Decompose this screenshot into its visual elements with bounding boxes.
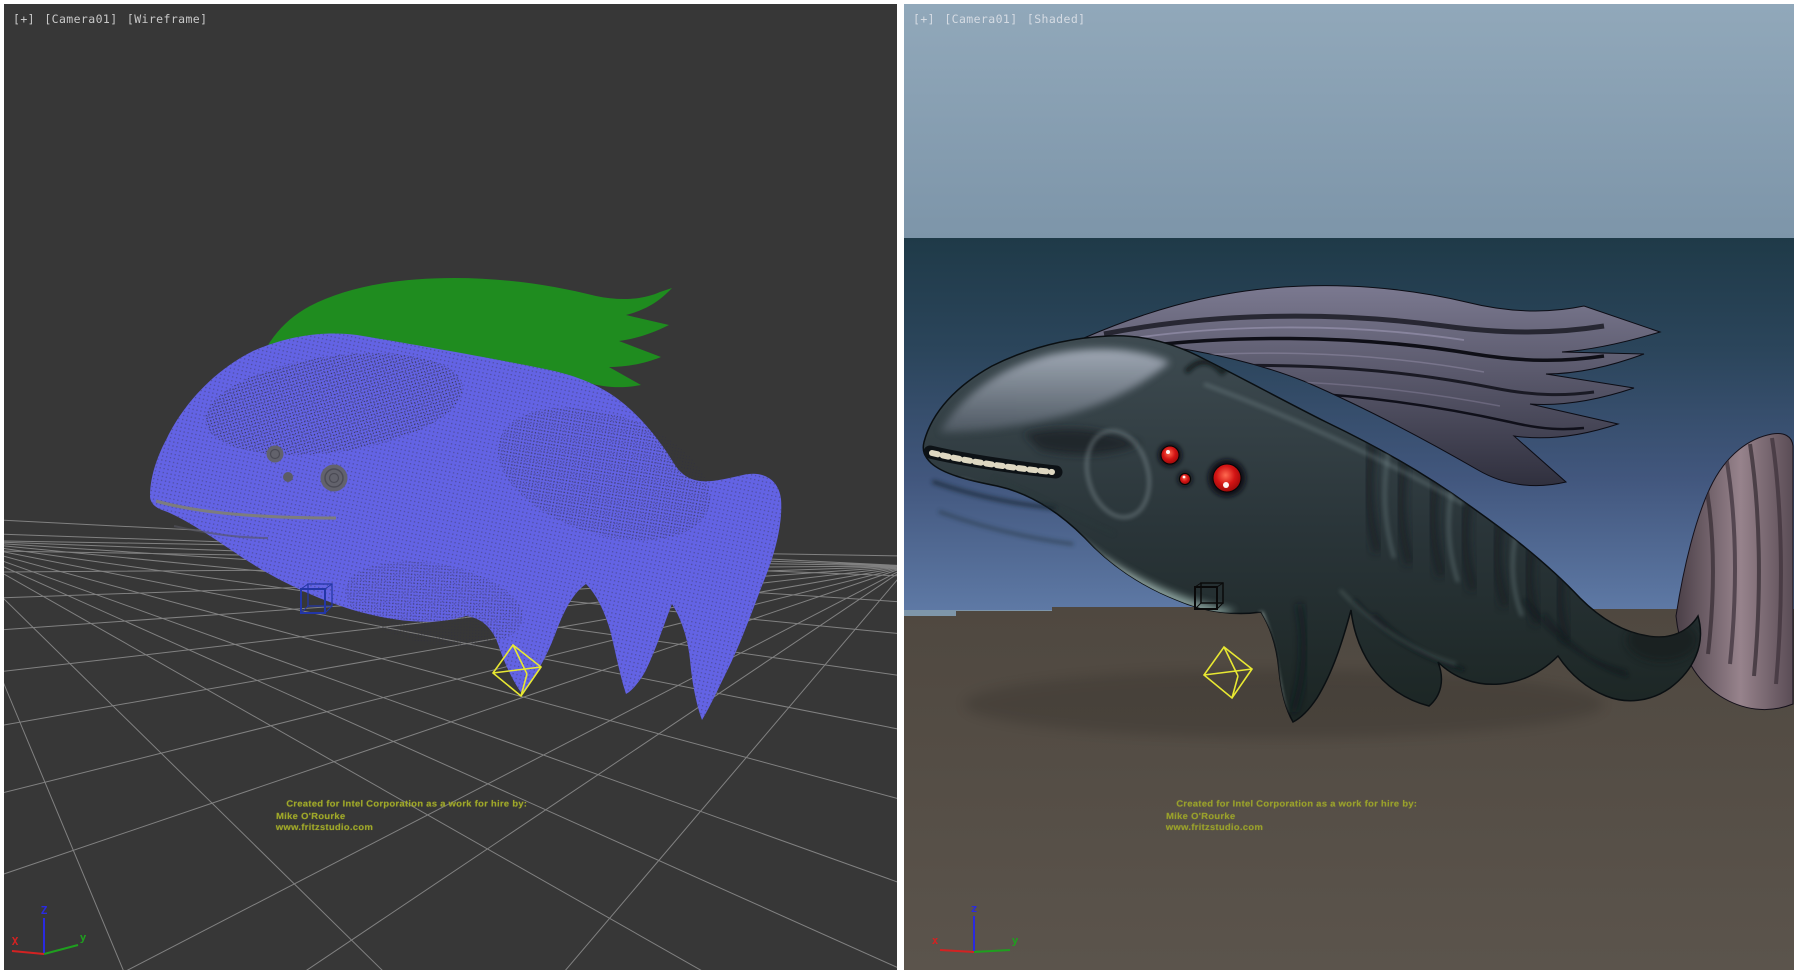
viewport-plus-menu-button[interactable]: [+] [913, 12, 935, 26]
world-axis-tripod: Z X y [12, 904, 87, 954]
credit-line-2: Mike O'Rourke [1166, 811, 1417, 823]
axis-x-label: X [12, 935, 19, 948]
axis-x-label: x [932, 934, 939, 947]
viewport-plus-menu-button[interactable]: [+] [13, 12, 35, 26]
credit-text: Created for Intel Corporation as a work … [1166, 799, 1418, 834]
credit-line-3: www.fritzstudio.com [1166, 823, 1417, 835]
camera-menu-button[interactable]: [Camera01] [944, 12, 1017, 26]
axis-z-label: Z [41, 904, 48, 917]
axis-z-label: z [971, 902, 978, 915]
sky-upper-band [904, 4, 1794, 238]
axis-y-label: y [1012, 934, 1019, 947]
viewport-splitter[interactable] [897, 0, 904, 978]
shading-menu-button[interactable]: [Shaded] [1027, 12, 1086, 26]
shading-menu-button[interactable]: [Wireframe] [127, 12, 208, 26]
viewport-label: [+] [Camera01] [Wireframe] [13, 12, 209, 26]
axis-y-label: y [80, 931, 87, 944]
viewport-shaded[interactable]: [+] [Camera01] [Shaded] [904, 4, 1794, 970]
credit-line-1: Created for Intel Corporation as a work … [1166, 799, 1417, 811]
credit-line-1: Created for Intel Corporation as a work … [276, 799, 527, 811]
credit-line-2: Mike O'Rourke [276, 811, 527, 823]
dual-viewport-window: [+] [Camera01] [Wireframe] [0, 0, 1800, 978]
viewport-wireframe[interactable]: [+] [Camera01] [Wireframe] [4, 4, 897, 970]
credit-text: Created for Intel Corporation as a work … [276, 799, 528, 834]
camera-menu-button[interactable]: [Camera01] [44, 12, 117, 26]
credit-line-3: www.fritzstudio.com [276, 823, 527, 835]
viewport-label: [+] [Camera01] [Shaded] [913, 12, 1087, 26]
